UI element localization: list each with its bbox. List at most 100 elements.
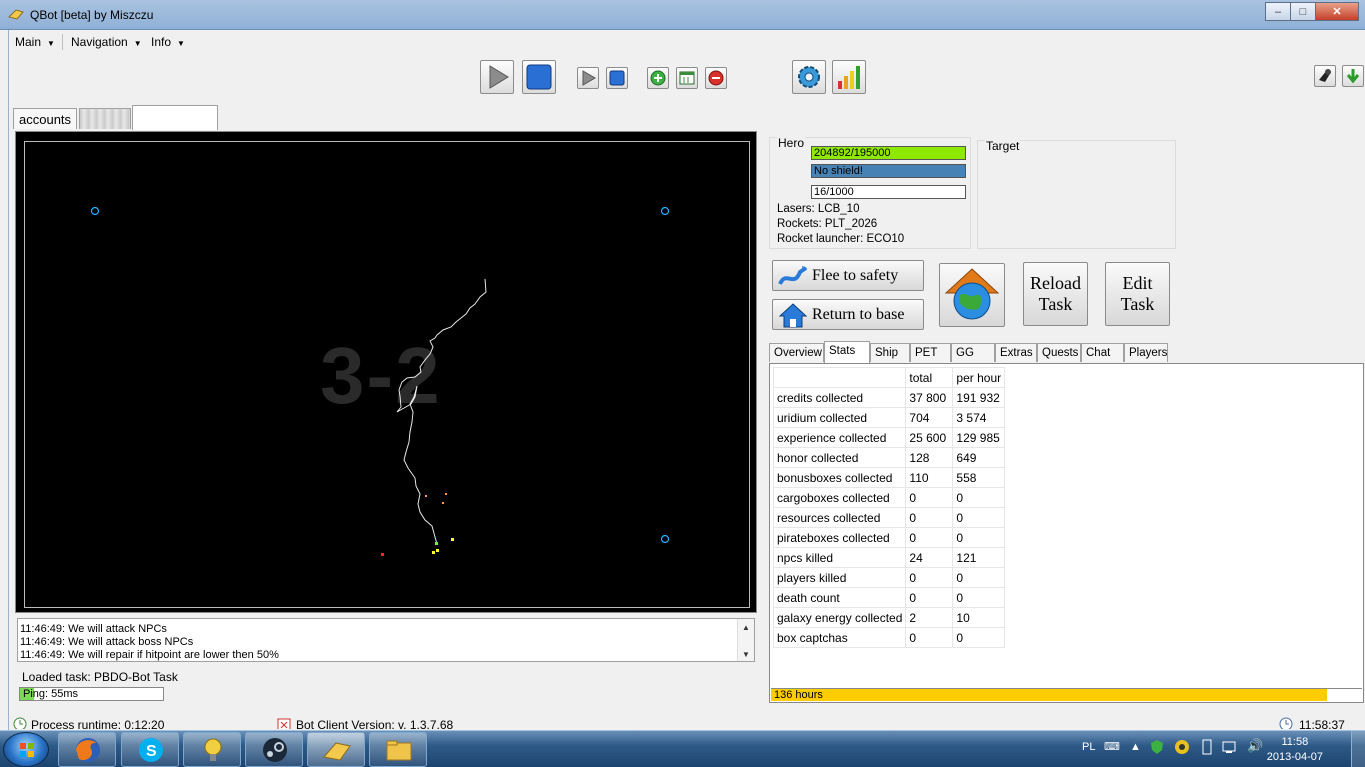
stats-cell-total: 37 800 [905, 387, 954, 408]
menu-info[interactable]: Info ▼ [151, 35, 185, 49]
keyboard-icon[interactable]: ⌨ [1104, 740, 1120, 753]
tab-players-label: Players [1129, 347, 1168, 359]
reload-task-button[interactable]: Reload Task [1023, 262, 1088, 326]
add-button[interactable] [647, 67, 669, 89]
stop-small-button[interactable] [606, 67, 628, 89]
status-time: 11:58:37 [1299, 718, 1345, 729]
tab-extras[interactable]: Extras [995, 343, 1037, 362]
shield-tray-icon[interactable] [1150, 739, 1164, 758]
taskbar-firefox[interactable] [58, 732, 116, 767]
globe-house-icon [944, 268, 1000, 320]
close-button[interactable]: ✕ [1315, 2, 1359, 21]
tab-stats[interactable]: Stats [824, 341, 870, 363]
maximize-button[interactable]: □ [1290, 2, 1316, 21]
status-bar: Process runtime: 0:12:20 Bot Client Vers… [9, 715, 1365, 729]
stats-cell-per-hour: 649 [952, 447, 1006, 468]
hp-bar: 204892/195000 [811, 146, 966, 160]
stats-cell-per-hour: 0 [952, 627, 1006, 648]
start-small-button[interactable] [577, 67, 599, 89]
stats-cell-name: uridium collected [772, 407, 907, 428]
stats-row: cargoboxes collected 0 0 [772, 487, 1006, 508]
taskbar-clock[interactable]: 11:58 2013-04-07 [1267, 735, 1323, 765]
version-icon [277, 718, 291, 729]
tab-ship[interactable]: Ship [870, 343, 910, 362]
return-to-base-button[interactable]: Return to base [772, 299, 924, 330]
stats-cell-total: 0 [905, 487, 954, 508]
target-group: Target [977, 139, 1176, 249]
play-icon [489, 65, 509, 89]
download-button[interactable] [1342, 65, 1364, 87]
stats-cell-total: 0 [905, 587, 954, 608]
taskbar-qbot[interactable] [307, 732, 365, 767]
tab-stats-label: Stats [829, 345, 856, 357]
app-frame: Main ▼ Navigation ▼ Info ▼ accounts 3-2 … [8, 30, 1365, 730]
start-button[interactable] [3, 732, 49, 767]
menu-main[interactable]: Main ▼ [15, 35, 55, 49]
stats-header-per-hour: per hour [952, 367, 1006, 388]
stats-row: honor collected 128 649 [772, 447, 1006, 468]
flee-button[interactable]: Flee to safety [772, 260, 924, 291]
menu-navigation[interactable]: Navigation ▼ [71, 35, 142, 49]
tab-pet[interactable]: PET [910, 343, 951, 362]
security-tray-icon[interactable] [1174, 739, 1190, 758]
taskbar-skype[interactable]: S [121, 732, 179, 767]
log-scrollbar[interactable]: ▲ ▼ [737, 619, 754, 661]
network-tray-icon[interactable] [1222, 739, 1238, 758]
hero-group: Hero 204892/195000 No shield! 16/1000 La… [769, 136, 971, 249]
language-indicator[interactable]: PL [1082, 741, 1095, 753]
stats-cell-total: 704 [905, 407, 954, 428]
tab-gg[interactable]: GG [951, 343, 995, 362]
log-line: 11:46:49: We will attack NPCs [20, 623, 167, 635]
tab-overview[interactable]: Overview [769, 343, 824, 362]
log-box[interactable]: 11:46:49: We will attack NPCs 11:46:49: … [17, 618, 755, 662]
minimap-area[interactable]: 3-2 [24, 141, 750, 608]
minimap[interactable]: 3-2 [15, 131, 757, 613]
hours-label: 136 hours [774, 689, 823, 701]
device-tray-icon[interactable] [1200, 739, 1214, 758]
statistics-button[interactable] [832, 60, 866, 94]
shield-bar: No shield! [811, 164, 966, 178]
stop-bot-button[interactable] [522, 60, 556, 94]
runtime-text: Process runtime: 0:12:20 [31, 718, 165, 729]
tab-account-2[interactable] [79, 108, 131, 129]
tab-quests[interactable]: Quests [1037, 343, 1081, 362]
taskbar-steam[interactable] [245, 732, 303, 767]
tab-account-active[interactable] [132, 105, 218, 130]
window-icon [679, 71, 695, 85]
volume-icon[interactable]: 🔊 [1247, 738, 1263, 754]
stats-cell-per-hour: 0 [952, 487, 1006, 508]
stats-header-total: total [905, 367, 954, 388]
stats-row: galaxy energy collected 2 10 [772, 607, 1006, 628]
settings-button[interactable] [792, 60, 826, 94]
tray-expand-icon[interactable]: ▲ [1130, 741, 1141, 753]
qbot-app-icon [8, 9, 24, 20]
portal-icon [660, 206, 670, 216]
stats-cell-total: 2 [905, 607, 954, 628]
taskbar-bulb-app[interactable] [183, 732, 241, 767]
edit-task-label-line1: Edit [1122, 273, 1153, 293]
flee-label: Flee to safety [812, 266, 899, 284]
tab-players[interactable]: Players [1124, 343, 1168, 362]
scroll-down-icon[interactable]: ▼ [738, 648, 754, 661]
stats-cell-name: pirateboxes collected [772, 527, 907, 548]
minimize-button[interactable]: – [1265, 2, 1291, 21]
stats-row: players killed 0 0 [772, 567, 1006, 588]
taskbar-explorer[interactable] [369, 732, 427, 767]
reload-task-label-line2: Task [1038, 294, 1073, 314]
stats-cell-per-hour: 10 [952, 607, 1006, 628]
home-icon [778, 302, 808, 327]
map-home-button[interactable] [939, 263, 1005, 327]
stats-cell-name: death count [772, 587, 907, 608]
stats-row: bonusboxes collected 110 558 [772, 467, 1006, 488]
start-bot-button[interactable] [480, 60, 514, 94]
alien-button[interactable] [1314, 65, 1336, 87]
show-desktop-button[interactable] [1351, 731, 1365, 767]
scroll-up-icon[interactable]: ▲ [738, 621, 754, 634]
minus-icon [708, 70, 724, 86]
stats-table: total per hour credits collected 37 800 19… [772, 367, 1006, 648]
remove-button[interactable] [705, 67, 727, 89]
window-button[interactable] [676, 67, 698, 89]
tab-accounts[interactable]: accounts [13, 108, 77, 129]
tab-chat[interactable]: Chat [1081, 343, 1124, 362]
edit-task-button[interactable]: Edit Task [1105, 262, 1170, 326]
